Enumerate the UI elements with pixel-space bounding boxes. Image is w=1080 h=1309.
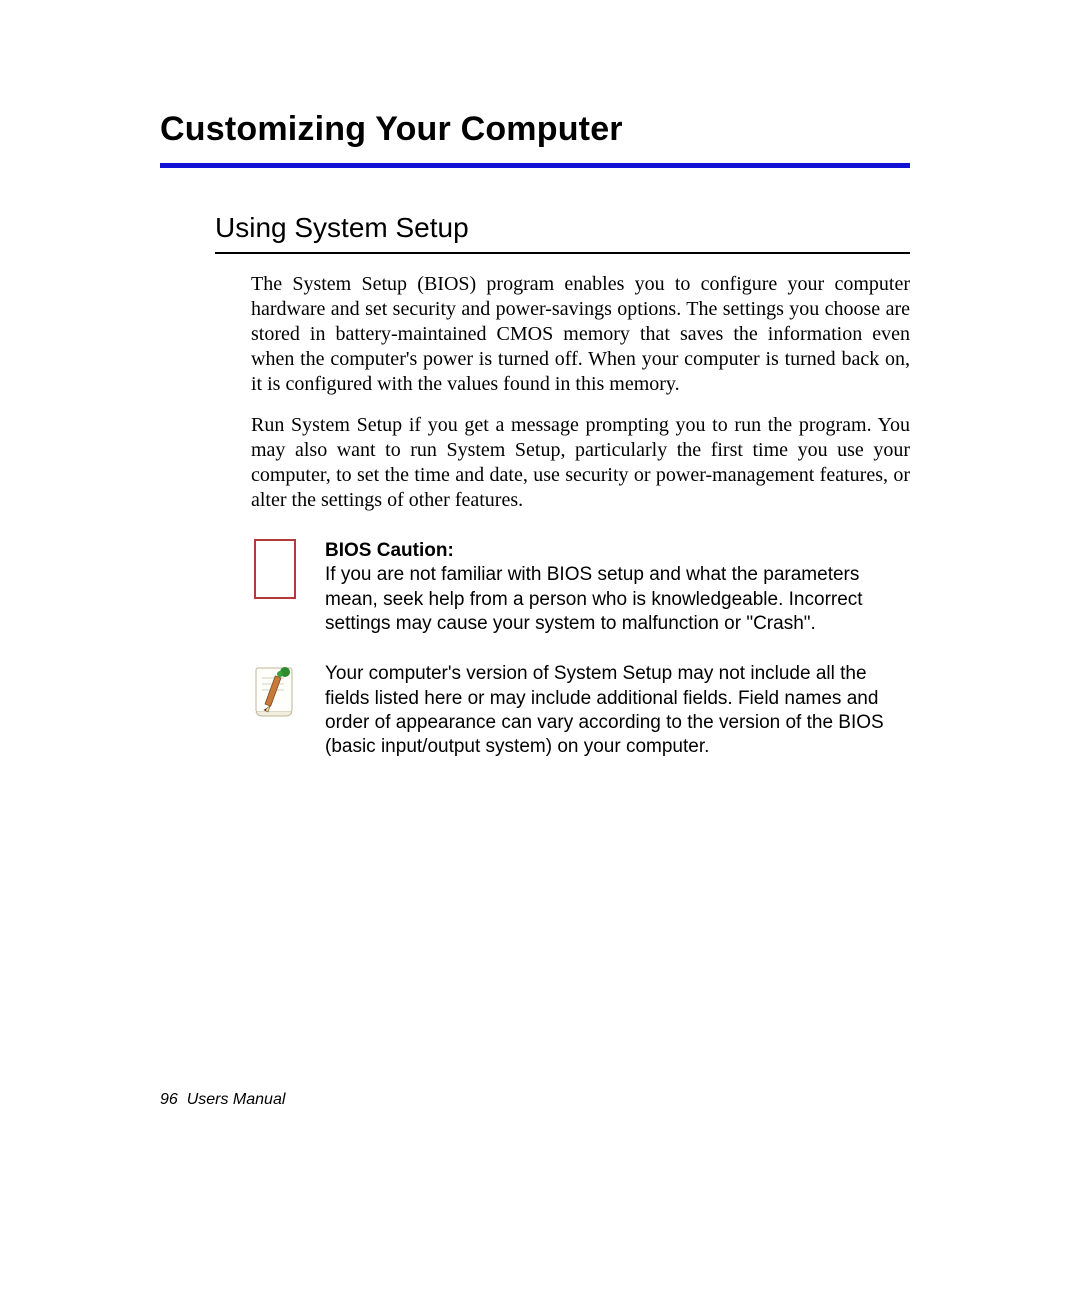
caution-box-icon — [254, 539, 296, 599]
paragraph: Run System Setup if you get a message pr… — [251, 413, 910, 513]
page-footer: 96 Users Manual — [160, 1091, 285, 1109]
document-page: Customizing Your Computer Using System S… — [0, 0, 1080, 1309]
chapter-rule — [160, 163, 910, 168]
note-text: Your computer's version of System Setup … — [325, 662, 910, 759]
section: Using System Setup The System Setup (BIO… — [215, 212, 910, 760]
caution-text: BIOS Caution: If you are not familiar wi… — [325, 539, 910, 636]
caution-icon-column — [251, 539, 299, 599]
page-number: 96 — [160, 1091, 178, 1108]
body-column: The System Setup (BIOS) program enables … — [251, 272, 910, 513]
footer-label: Users Manual — [187, 1091, 286, 1108]
section-rule — [215, 252, 910, 254]
section-title: Using System Setup — [215, 212, 910, 244]
note-block: Your computer's version of System Setup … — [251, 662, 910, 759]
caution-block: BIOS Caution: If you are not familiar wi… — [251, 539, 910, 636]
chapter-title: Customizing Your Computer — [160, 110, 910, 149]
paragraph: The System Setup (BIOS) program enables … — [251, 272, 910, 397]
note-icon-column — [251, 662, 299, 723]
note-body: Your computer's version of System Setup … — [325, 663, 884, 757]
pencil-note-icon — [252, 662, 298, 723]
caution-body: If you are not familiar with BIOS setup … — [325, 564, 863, 634]
caution-heading: BIOS Caution: — [325, 540, 454, 561]
